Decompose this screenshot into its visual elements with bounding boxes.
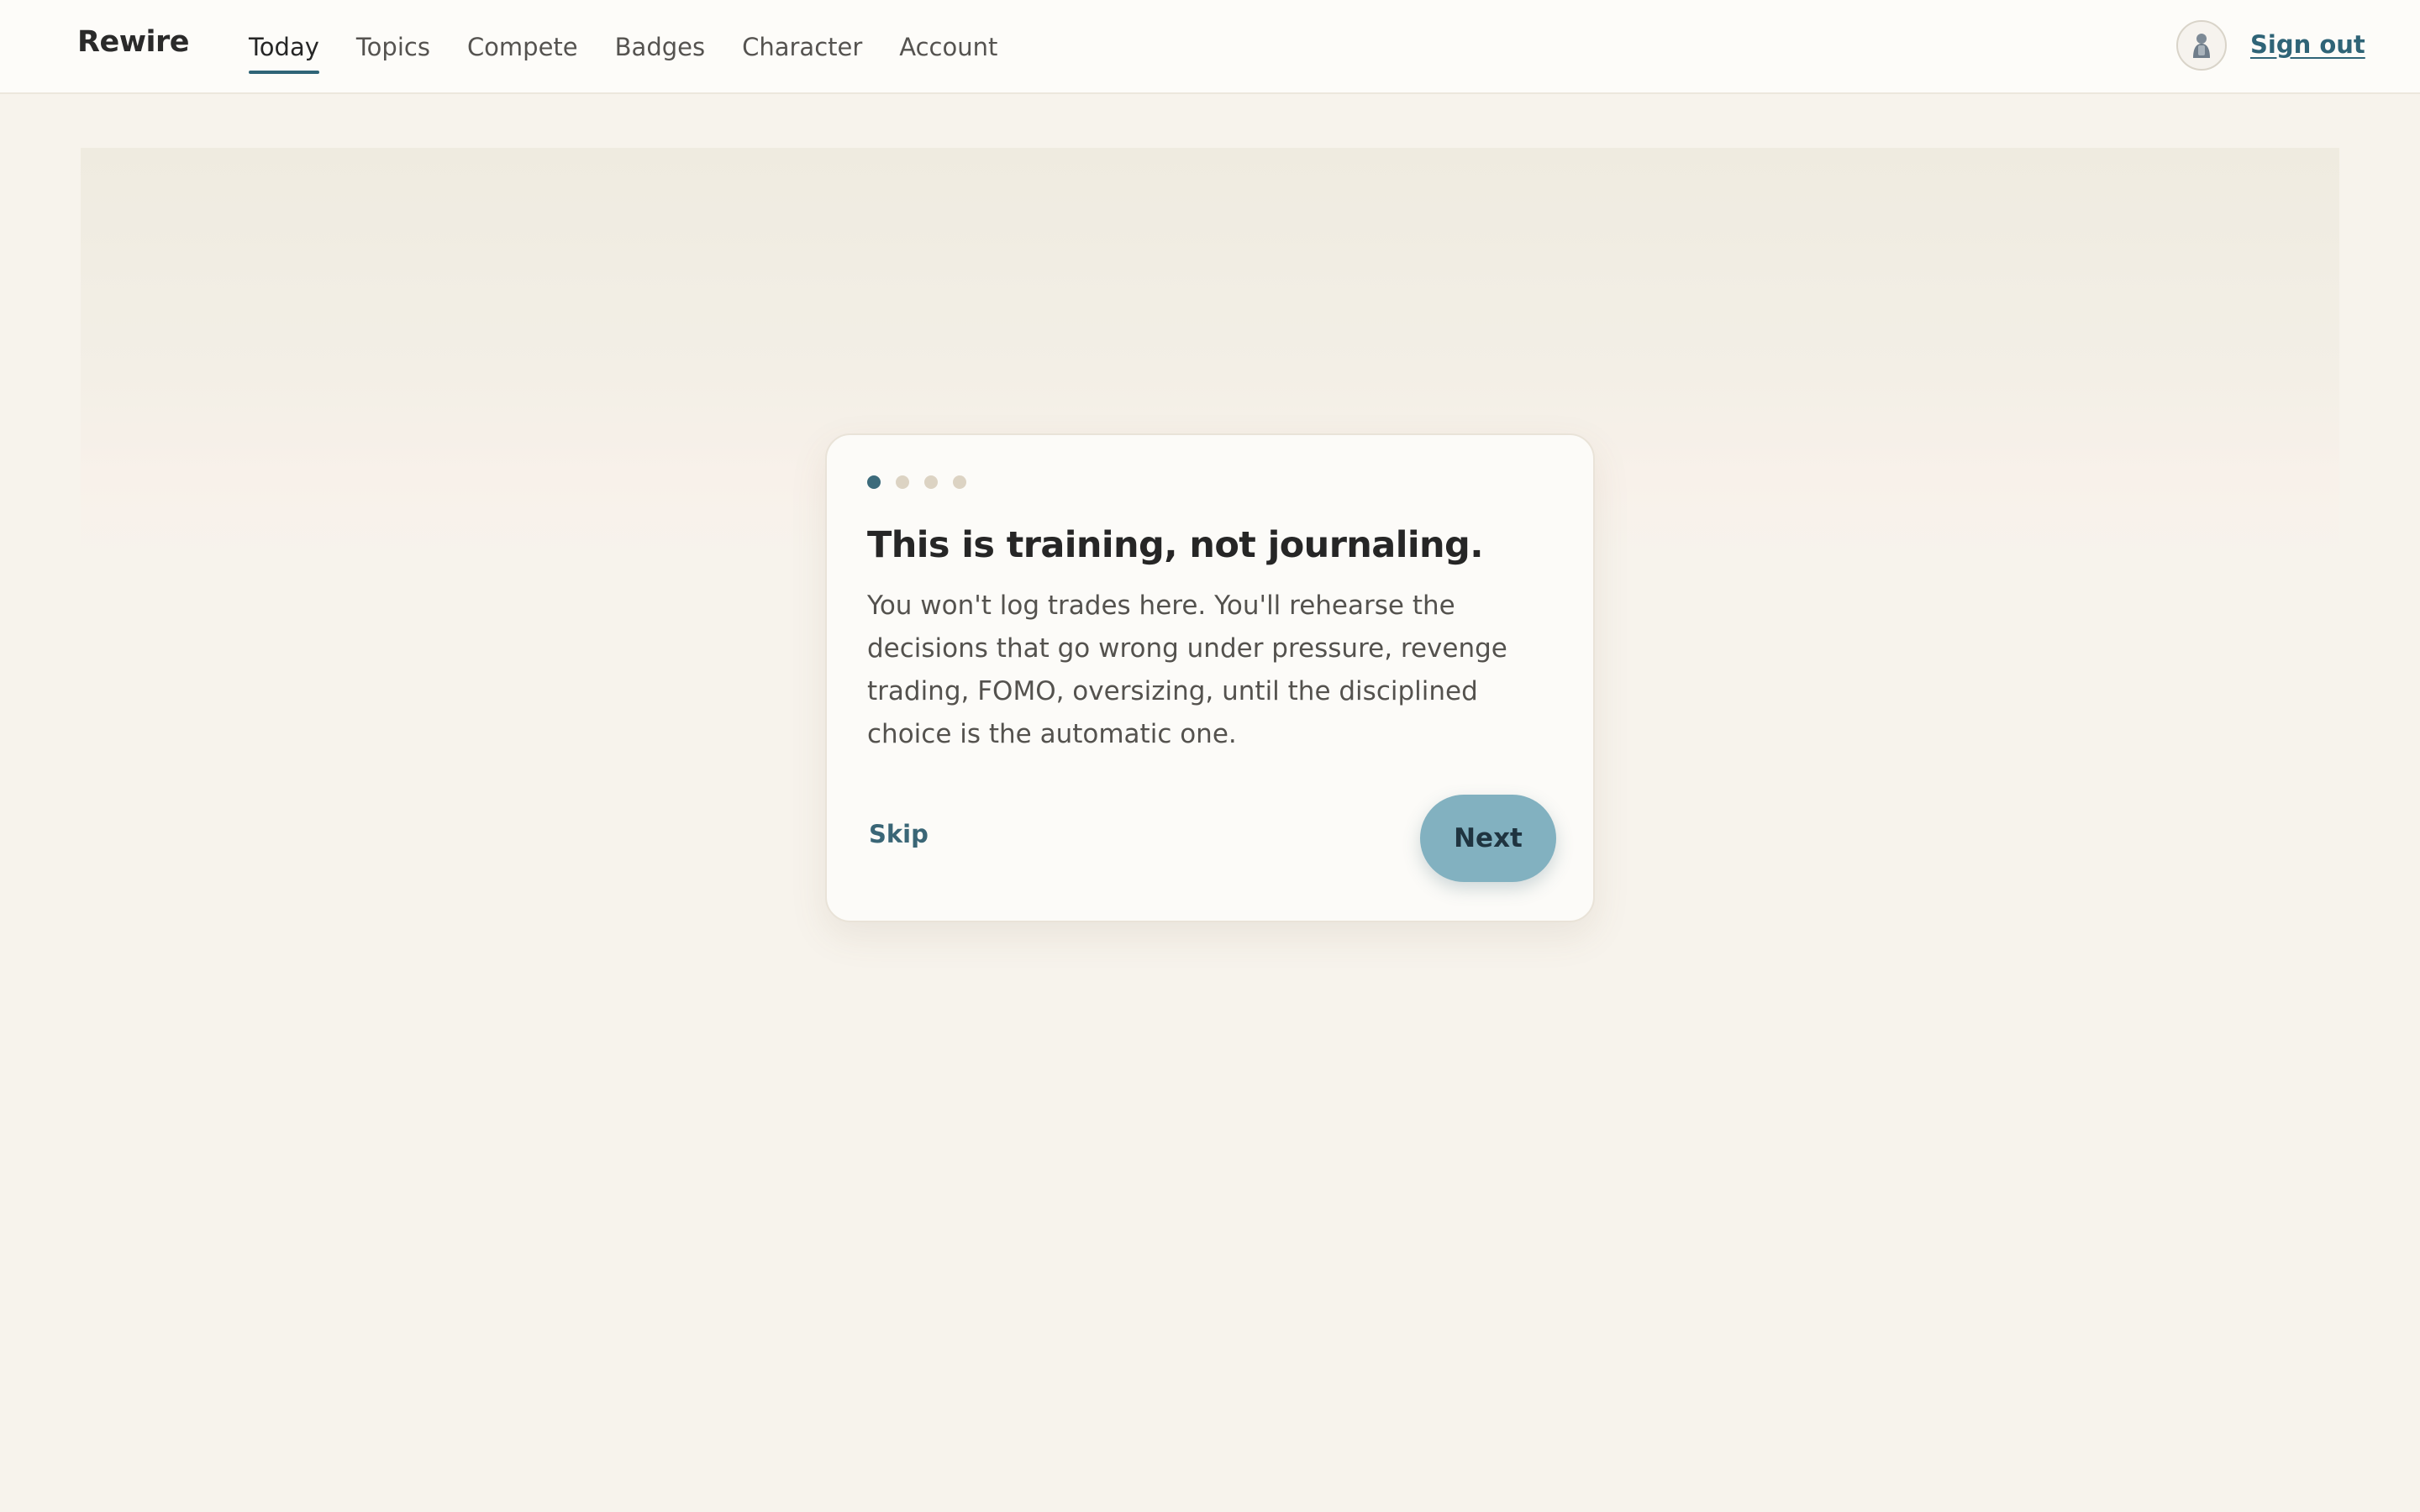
step-dot-4 [953, 475, 966, 489]
nav-item-badges[interactable]: Badges [615, 0, 705, 94]
top-navigation-bar: Rewire Today Topics Compete Badges Chara… [0, 0, 2420, 94]
onboarding-title: This is training, not journaling. [867, 524, 1484, 566]
nav-item-compete[interactable]: Compete [467, 0, 578, 94]
nav-item-topics[interactable]: Topics [356, 0, 430, 94]
nav-item-today[interactable]: Today [249, 0, 319, 94]
user-avatar[interactable] [2176, 20, 2227, 71]
step-dot-3 [924, 475, 938, 489]
skip-button[interactable]: Skip [869, 820, 929, 848]
nav-item-character[interactable]: Character [742, 0, 862, 94]
onboarding-body: You won't log trades here. You'll rehear… [867, 591, 1507, 749]
onboarding-card: This is training, not journaling. You wo… [825, 433, 1595, 922]
step-dot-1-active [867, 475, 881, 489]
main-nav: Today Topics Compete Badges Character Ac… [249, 0, 1034, 94]
brand-logo[interactable]: Rewire [77, 25, 190, 59]
sign-out-link[interactable]: Sign out [2250, 30, 2365, 59]
user-avatar-icon [2193, 34, 2210, 58]
nav-item-account[interactable]: Account [899, 0, 997, 94]
step-indicator [867, 475, 966, 489]
step-dot-2 [896, 475, 909, 489]
next-button[interactable]: Next [1420, 795, 1556, 882]
